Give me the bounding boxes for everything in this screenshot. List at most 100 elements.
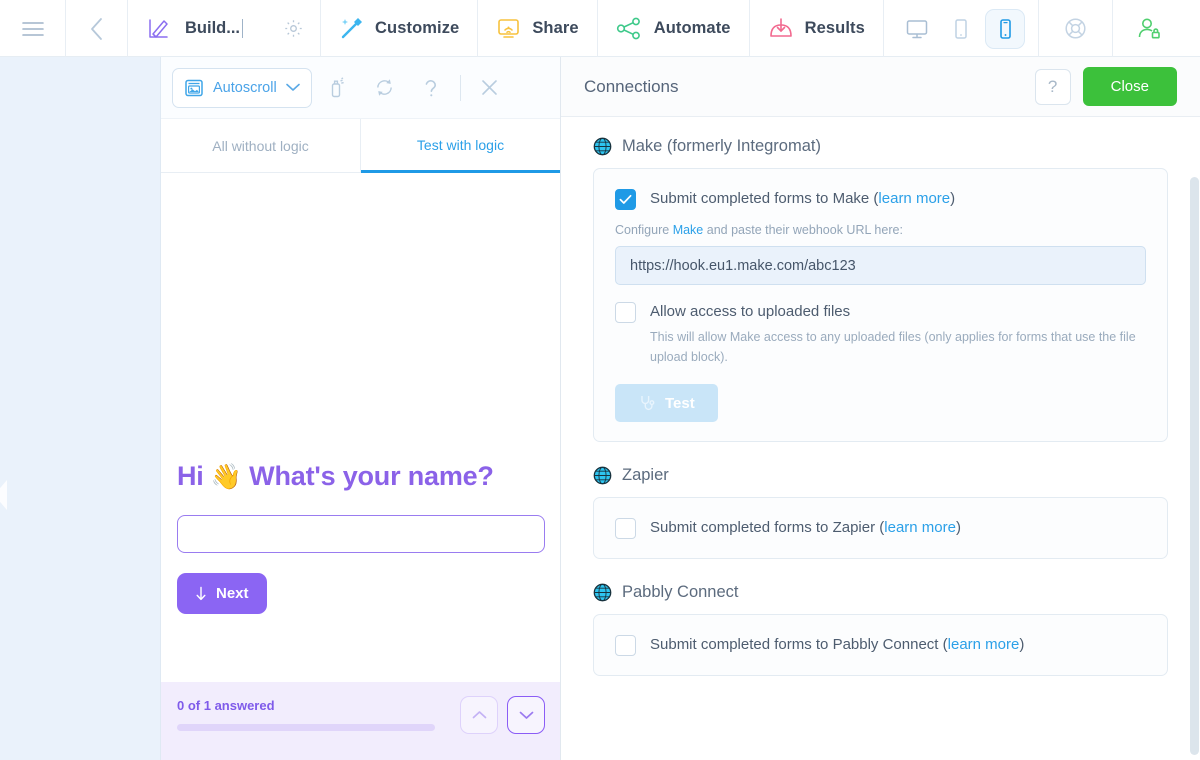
top-toolbar: Build... Customize Share Automate Result… [0,0,1200,57]
build-tab[interactable]: Build... [128,0,321,57]
spray-clear-icon [329,77,348,98]
close-button[interactable]: Close [1082,67,1177,106]
section-zapier-header: Zapier [593,466,1168,485]
question-text: What's your name? [249,461,494,491]
pabbly-enable-row: Submit completed forms to Pabbly Connect… [615,634,1146,656]
section-zapier-name: Zapier [622,466,669,484]
tab-test-with-logic-label: Test with logic [416,136,505,153]
section-pabbly-name: Pabbly Connect [622,583,739,601]
connections-panel: Connections ? Close Make (formerly Integ… [561,57,1200,760]
make-files-label: Allow access to uploaded files [650,303,851,320]
progress-bar [177,724,435,731]
make-enable-text: Submit completed forms to Make ( [650,190,879,207]
tab-all-without-logic-label: All without logic [212,137,309,154]
form-answer-input[interactable] [177,515,545,553]
pabbly-enable-label: Submit completed forms to Pabbly Connect… [650,634,1024,655]
share-screen-icon [496,16,521,41]
toolbar-divider [459,74,461,101]
make-enable-checkbox[interactable] [615,189,636,210]
rail-expand-handle[interactable] [0,480,7,510]
pabbly-enable-text-end: ) [1019,636,1025,653]
globe-icon [593,583,612,602]
make-test-label: Test [665,394,695,412]
build-title[interactable]: Build... [185,19,243,38]
next-button[interactable]: Next [177,573,267,614]
pabbly-enable-checkbox[interactable] [615,635,636,656]
preview-toolbar: Autoscroll [161,57,560,119]
make-enable-row: Submit completed forms to Make (learn mo… [615,188,1146,210]
account-lock-icon [1136,16,1162,41]
connections-body: Make (formerly Integromat) Submit comple… [561,117,1200,760]
automate-tab[interactable]: Automate [598,0,750,57]
nav-down-button[interactable] [507,696,545,734]
share-label: Share [532,19,579,37]
clear-spray-button[interactable] [316,68,362,108]
zapier-enable-checkbox[interactable] [615,518,636,539]
customize-label: Customize [375,19,460,37]
account-button[interactable] [1113,0,1185,57]
device-desktop-button[interactable] [898,10,936,48]
share-tab[interactable]: Share [478,0,598,57]
zapier-enable-label: Submit completed forms to Zapier (learn … [650,517,961,538]
globe-icon [593,137,612,156]
form-preview-panel: Autoscroll All without logic Test with l… [161,57,561,760]
make-enable-text-end: ) [950,190,956,207]
preview-close-button[interactable] [467,68,513,108]
preview-tabs: All without logic Test with logic [161,119,560,173]
make-files-description: This will allow Make access to any uploa… [650,330,1136,364]
close-icon [480,78,499,97]
device-tablet-button[interactable] [942,10,980,48]
app-root: Build... Customize Share Automate Result… [0,0,1200,760]
back-button[interactable] [66,0,128,57]
device-mobile-button[interactable] [985,9,1024,48]
menu-button[interactable] [0,0,66,57]
magic-wand-icon [339,16,364,41]
make-configure-link[interactable]: Make [673,223,704,237]
chevron-down-icon [519,710,534,720]
make-learn-more-link[interactable]: learn more [878,190,950,207]
connections-header: Connections ? Close [561,57,1200,117]
make-test-button[interactable]: Test [615,384,718,422]
pabbly-card: Submit completed forms to Pabbly Connect… [593,614,1168,676]
form-canvas: Hi 👋 What's your name? Next 0 of 1 answe… [161,173,560,760]
make-enable-label: Submit completed forms to Make (learn mo… [650,188,955,209]
make-files-checkbox[interactable] [615,302,636,323]
make-configure-prefix: Configure [615,223,673,237]
connections-help-button[interactable]: ? [1034,68,1071,105]
connections-scrollbar[interactable] [1189,177,1200,760]
section-make-name: Make (formerly Integromat) [622,137,821,155]
tab-test-with-logic[interactable]: Test with logic [361,119,560,173]
gear-icon[interactable] [283,18,304,39]
results-tab[interactable]: Results [750,0,884,57]
autoscroll-dropdown[interactable]: Autoscroll [172,67,312,108]
section-make-header: Make (formerly Integromat) [593,137,1168,156]
build-pen-icon [146,16,171,41]
pabbly-learn-more-link[interactable]: learn more [948,636,1020,653]
help-button[interactable] [1039,0,1113,57]
desktop-icon [905,17,929,41]
zapier-learn-more-link[interactable]: learn more [884,519,956,536]
globe-icon [593,466,612,485]
left-rail [0,57,161,760]
tablet-icon [949,17,973,41]
autoscroll-label: Autoscroll [213,79,277,96]
nav-up-button[interactable] [460,696,498,734]
refresh-icon [374,77,395,98]
chevron-left-icon [88,16,105,42]
section-make: Make (formerly Integromat) Submit comple… [593,137,1168,442]
results-label: Results [804,19,865,37]
results-download-icon [768,16,794,41]
refresh-button[interactable] [362,68,408,108]
tab-all-without-logic[interactable]: All without logic [161,119,361,173]
preview-help-button[interactable] [408,68,454,108]
zapier-enable-text: Submit completed forms to Zapier ( [650,519,885,536]
connections-title: Connections [584,76,679,96]
scrollbar-thumb[interactable] [1190,177,1199,755]
make-webhook-input[interactable] [615,246,1146,285]
question-icon [423,77,439,99]
customize-tab[interactable]: Customize [321,0,479,57]
hamburger-icon [21,20,45,38]
form-footer: 0 of 1 answered [161,682,560,760]
section-pabbly-header: Pabbly Connect [593,583,1168,602]
lifebuoy-icon [1063,16,1088,41]
